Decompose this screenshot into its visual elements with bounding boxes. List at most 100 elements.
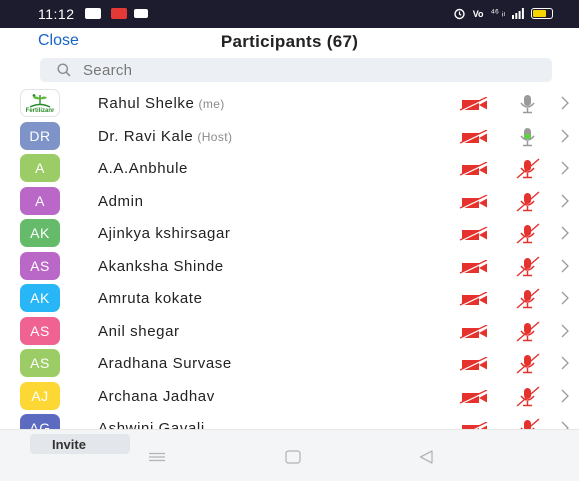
volte-icon: Vo: [472, 8, 484, 19]
participant-avatar: A: [20, 154, 60, 182]
participant-name: Aradhana Survase: [98, 355, 232, 372]
participant-name: Admin: [98, 192, 144, 210]
participant-avatar: DR: [20, 121, 60, 150]
participant-name-cell: Rahul Shelke (me): [98, 95, 225, 112]
mic-icon[interactable]: [515, 126, 541, 153]
back-nav-icon[interactable]: [419, 450, 433, 464]
participant-role-tag: (Host): [197, 129, 233, 144]
participant-name-cell: Amruta kokate: [98, 290, 203, 307]
participant-name-cell: Dr. Ravi Kale (Host): [98, 128, 232, 145]
search-bar[interactable]: [40, 58, 552, 82]
participant-row[interactable]: AS Akanksha Shinde: [0, 250, 579, 283]
network-text: ⁴⁶ ᵢₗ: [490, 8, 505, 19]
participant-name: A.A.Anbhule: [98, 160, 188, 177]
participant-name: Ashwini Gavali: [98, 420, 205, 429]
participant-avatar: AS: [20, 251, 60, 280]
video-off-icon[interactable]: [459, 421, 491, 429]
video-off-icon[interactable]: [459, 226, 491, 246]
video-off-icon[interactable]: [459, 356, 491, 376]
participant-avatar: AK: [20, 284, 60, 312]
participant-list[interactable]: Fertilizanr Rahul Shelke (me) DR Dr. Ravi Ka…: [0, 87, 579, 429]
participant-name-cell: Anil shegar: [98, 323, 180, 340]
participant-avatar: AJ: [20, 381, 60, 410]
participant-name-cell: Archana Jadhav: [98, 388, 215, 405]
participants-header: Participants (67) Close: [0, 28, 579, 56]
participant-row[interactable]: A A.A.Anbhule: [0, 152, 579, 185]
participant-role-tag: (me): [198, 97, 225, 111]
mic-muted-icon[interactable]: [515, 223, 541, 250]
chevron-right-icon[interactable]: [560, 324, 570, 343]
mic-muted-icon[interactable]: [515, 418, 541, 429]
mic-muted-icon[interactable]: [515, 288, 541, 315]
home-nav-icon[interactable]: [285, 450, 301, 464]
record-icon: [111, 8, 127, 19]
chevron-right-icon[interactable]: [560, 421, 570, 429]
search-input[interactable]: [83, 61, 503, 79]
mic-muted-icon[interactable]: [515, 255, 541, 283]
participant-avatar: AG: [20, 414, 60, 429]
video-off-icon[interactable]: [459, 128, 491, 149]
bottom-bar: Invite: [0, 429, 579, 481]
participant-name: Ajinkya kshirsagar: [98, 225, 231, 242]
video-off-icon[interactable]: [459, 96, 491, 116]
mic-icon[interactable]: [515, 93, 541, 120]
search-icon: [57, 63, 71, 77]
signal-icon: [512, 8, 524, 19]
chevron-right-icon[interactable]: [560, 291, 570, 310]
participant-row[interactable]: AK Amruta kokate: [0, 282, 579, 315]
video-off-icon[interactable]: [459, 258, 491, 279]
mic-muted-icon[interactable]: [515, 320, 541, 348]
mic-muted-icon[interactable]: [515, 190, 541, 218]
invite-button[interactable]: Invite: [30, 434, 130, 454]
chevron-right-icon[interactable]: [560, 226, 570, 245]
chevron-right-icon[interactable]: [560, 194, 570, 213]
alarm-icon: [454, 8, 465, 20]
status-time: 11:12: [38, 6, 75, 22]
chevron-right-icon[interactable]: [560, 129, 570, 148]
video-off-icon[interactable]: [459, 161, 491, 181]
participant-row[interactable]: AJ Archana Jadhav: [0, 380, 579, 413]
chevron-right-icon[interactable]: [560, 356, 570, 375]
participant-avatar: AS: [20, 316, 60, 345]
participant-name: Akanksha Shinde: [98, 257, 224, 275]
chevron-right-icon[interactable]: [560, 96, 570, 115]
participant-name: Dr. Ravi Kale: [98, 127, 194, 145]
participant-name-cell: Aradhana Survase: [98, 355, 232, 372]
video-off-icon[interactable]: [459, 193, 491, 214]
battery-icon: [531, 8, 553, 19]
menu-nav-icon[interactable]: [148, 452, 166, 462]
gallery-icon: [85, 8, 101, 19]
participant-row[interactable]: Fertilizanr Rahul Shelke (me): [0, 87, 579, 120]
participant-row[interactable]: AS Aradhana Survase: [0, 347, 579, 380]
video-off-icon[interactable]: [459, 323, 491, 344]
mic-muted-icon[interactable]: [515, 385, 541, 413]
mic-muted-icon[interactable]: [515, 158, 541, 185]
participant-avatar: A: [20, 186, 60, 215]
video-off-icon[interactable]: [459, 291, 491, 311]
close-button[interactable]: Close: [38, 32, 79, 50]
participant-name-cell: A.A.Anbhule: [98, 160, 188, 177]
participant-avatar: AS: [20, 349, 60, 377]
participant-name-cell: Ashwini Gavali: [98, 420, 205, 429]
participant-name: Anil shegar: [98, 322, 180, 340]
participant-row[interactable]: AS Anil shegar: [0, 315, 579, 348]
participant-name: Amruta kokate: [98, 290, 203, 307]
participant-row[interactable]: AK Ajinkya kshirsagar: [0, 217, 579, 250]
chevron-right-icon[interactable]: [560, 389, 570, 408]
participant-row[interactable]: DR Dr. Ravi Kale (Host): [0, 120, 579, 153]
participant-name-cell: Akanksha Shinde: [98, 258, 224, 275]
participant-name: Rahul Shelke: [98, 95, 195, 112]
mic-muted-icon[interactable]: [515, 353, 541, 380]
participant-name: Archana Jadhav: [98, 387, 215, 405]
chevron-right-icon[interactable]: [560, 161, 570, 180]
chevron-right-icon[interactable]: [560, 259, 570, 278]
status-right: Vo ⁴⁶ ᵢₗ: [453, 7, 553, 20]
status-bar: 11:12 Vo ⁴⁶ ᵢₗ: [0, 0, 579, 28]
video-off-icon[interactable]: [459, 388, 491, 409]
participant-avatar: AK: [20, 219, 60, 247]
participant-name-cell: Admin: [98, 193, 144, 210]
participant-avatar: Fertilizanr: [20, 89, 60, 117]
video-icon: [134, 9, 148, 18]
participant-row[interactable]: AG Ashwini Gavali: [0, 412, 579, 429]
participant-row[interactable]: A Admin: [0, 185, 579, 218]
